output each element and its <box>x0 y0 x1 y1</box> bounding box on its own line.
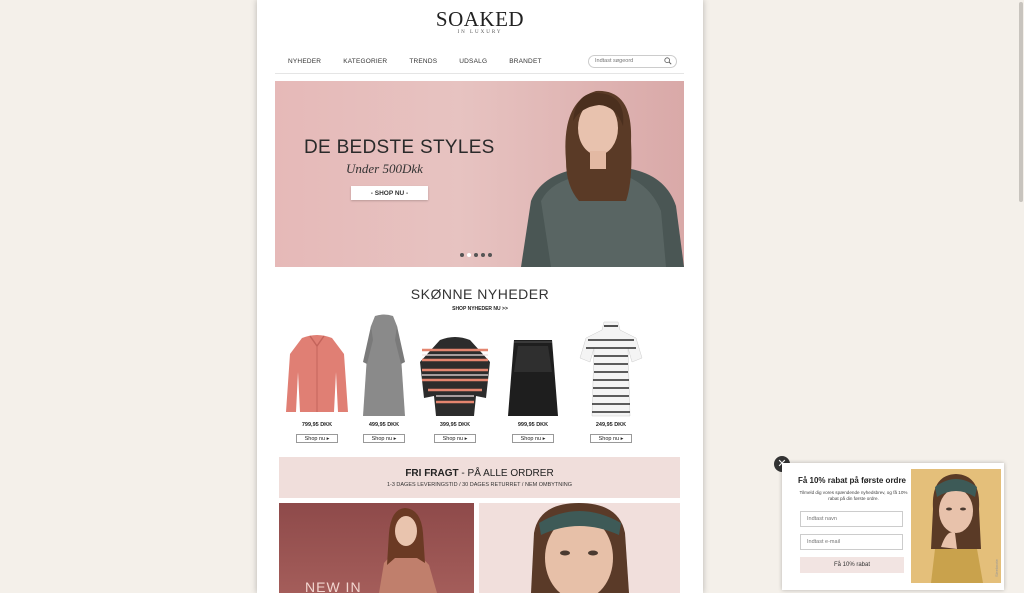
popup-text: Tilmeld dig vores spændende nyhedsbrev, … <box>799 490 908 501</box>
search-input[interactable] <box>595 58 659 64</box>
nav-item-nyheder[interactable]: NYHEDER <box>288 58 321 65</box>
hero-carousel[interactable]: DE BEDSTE STYLES Under 500Dkk - SHOP NU … <box>275 81 684 267</box>
nav-item-kategorier[interactable]: KATEGORIER <box>343 58 387 65</box>
banner-rest: - PÅ ALLE ORDRER <box>458 468 554 479</box>
hero-title: DE BEDSTE STYLES <box>304 137 495 158</box>
banner-headline: FRI FRAGT - PÅ ALLE ORDRER <box>279 468 680 479</box>
brand-name: SOAKED <box>435 7 525 31</box>
hero-subtitle: Under 500Dkk <box>346 161 423 176</box>
product-image-jacket[interactable] <box>282 312 352 420</box>
product-row: 799,95 DKK Shop nu ▸ 499,95 DKK Shop nu … <box>282 312 682 447</box>
product-price: 249,95 DKK <box>595 422 627 428</box>
search-icon[interactable] <box>664 57 672 65</box>
product-shop-button[interactable]: Shop nu ▸ <box>363 434 405 443</box>
product-card[interactable]: 799,95 DKK Shop nu ▸ <box>282 312 352 447</box>
nav-item-trends[interactable]: TRENDS <box>409 58 437 65</box>
carousel-dot[interactable] <box>460 253 464 257</box>
product-price: 799,95 DKK <box>301 422 333 428</box>
brand-tagline: IN LUXURY <box>457 30 503 35</box>
product-price: 399,95 DKK <box>439 422 471 428</box>
carousel-dot[interactable] <box>481 253 485 257</box>
carousel-dot[interactable] <box>488 253 492 257</box>
carousel-dots <box>460 253 492 257</box>
product-card[interactable]: 399,95 DKK Shop nu ▸ <box>420 312 490 447</box>
nav-divider <box>275 73 684 74</box>
page-scrollbar[interactable] <box>1018 0 1024 593</box>
product-image-blouse[interactable] <box>416 312 494 420</box>
nav-item-udsalg[interactable]: UDSALG <box>459 58 487 65</box>
page-container: SOAKED IN LUXURY NYHEDER KATEGORIER TREN… <box>257 0 703 593</box>
main-navigation: NYHEDER KATEGORIER TRENDS UDSALG BRANDET <box>288 58 564 65</box>
popup-model-image <box>911 469 1001 583</box>
product-image-dress[interactable] <box>349 312 419 420</box>
popup-title: Få 10% rabat på første ordre <box>797 476 907 485</box>
carousel-dot[interactable] <box>474 253 478 257</box>
carousel-dot-active[interactable] <box>467 253 471 257</box>
product-price: 999,95 DKK <box>517 422 549 428</box>
headwear-tile[interactable] <box>479 503 680 593</box>
popup-submit-button[interactable]: Få 10% rabat <box>800 557 904 573</box>
brand-logo[interactable]: SOAKED IN LUXURY <box>257 8 703 35</box>
banner-details: 1-3 DAGES LEVERINGSTID / 30 DAGES RETURR… <box>386 482 573 488</box>
product-card[interactable]: 499,95 DKK Shop nu ▸ <box>349 312 419 447</box>
product-shop-button[interactable]: Shop nu ▸ <box>512 434 554 443</box>
name-field[interactable] <box>800 511 903 527</box>
nav-item-brandet[interactable]: BRANDET <box>509 58 541 65</box>
scrollbar-thumb[interactable] <box>1019 2 1023 202</box>
hero-model-image <box>521 90 684 267</box>
product-image-turtleneck[interactable] <box>576 312 646 420</box>
free-shipping-banner[interactable]: FRI FRAGT - PÅ ALLE ORDRER 1-3 DAGES LEV… <box>279 457 680 498</box>
product-shop-button[interactable]: Shop nu ▸ <box>434 434 476 443</box>
new-in-label: NEW IN <box>305 579 362 593</box>
product-image-skirt[interactable] <box>498 312 568 420</box>
product-shop-button[interactable]: Shop nu ▸ <box>296 434 338 443</box>
product-card[interactable]: 999,95 DKK Shop nu ▸ <box>498 312 568 447</box>
headwear-model-image <box>531 503 629 593</box>
newsletter-popup: Få 10% rabat på første ordre Tilmeld dig… <box>782 463 1004 590</box>
email-field[interactable] <box>800 534 903 550</box>
search-box <box>588 55 677 68</box>
hero-shop-button[interactable]: - SHOP NU - <box>351 186 428 200</box>
product-price: 499,95 DKK <box>368 422 400 428</box>
news-section-title: SKØNNE NYHEDER <box>410 286 550 302</box>
product-card[interactable]: 249,95 DKK Shop nu ▸ <box>576 312 646 447</box>
banner-strong: FRI FRAGT <box>405 468 459 479</box>
new-in-tile[interactable]: NEW IN <box>279 503 474 593</box>
product-shop-button[interactable]: Shop nu ▸ <box>590 434 632 443</box>
popup-provider-label: Sleeknote <box>994 559 999 577</box>
